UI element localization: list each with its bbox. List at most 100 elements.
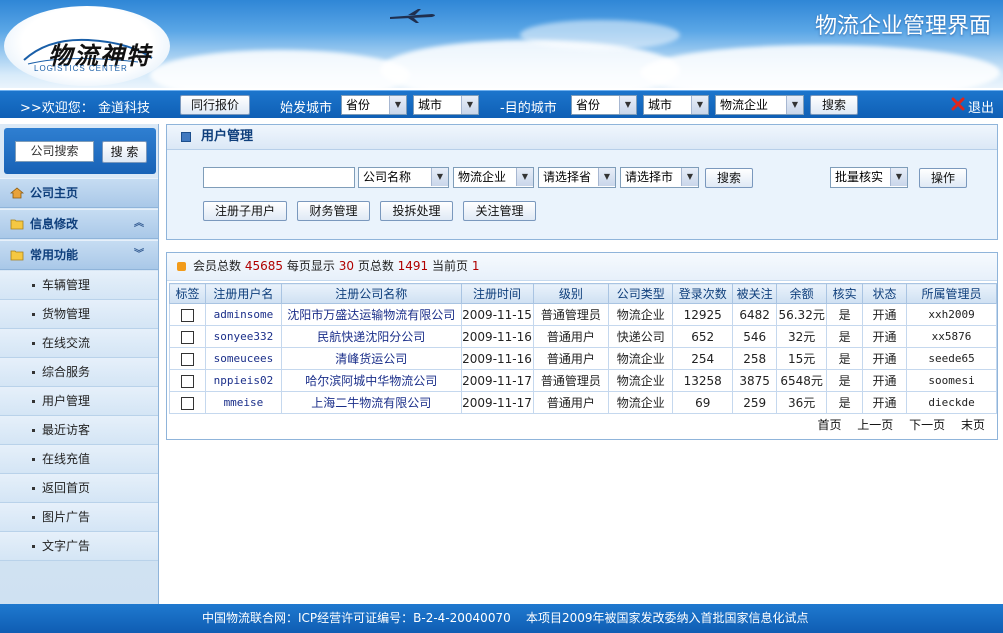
row-select-cell: [169, 391, 206, 414]
row-checkbox[interactable]: [180, 330, 194, 344]
pager-first-link[interactable]: 首页: [817, 418, 841, 432]
peer-quote-button[interactable]: 同行报价: [180, 95, 250, 115]
cell-logins: 254: [672, 347, 734, 370]
cell-company-type: 物流企业: [608, 391, 674, 414]
sidebar-item-vehicles[interactable]: 车辆管理: [0, 271, 158, 300]
field-select[interactable]: 公司名称 ▼: [358, 167, 449, 188]
operate-button[interactable]: 操作: [919, 168, 967, 188]
company-link[interactable]: 民航快递沈阳分公司: [280, 325, 462, 348]
column-header: 核实: [826, 283, 864, 304]
cell-followers: 3875: [732, 369, 778, 392]
company-link[interactable]: 上海二牛物流有限公司: [280, 391, 462, 414]
user-name: 金道科技: [98, 101, 151, 116]
dest-city-select[interactable]: 城市 ▼: [643, 95, 709, 115]
dest-city-value: 城市: [648, 98, 673, 112]
sidebar-item-users[interactable]: 用户管理: [0, 387, 158, 416]
cell-verified: 是: [826, 325, 864, 348]
company-search-button[interactable]: 搜 索: [102, 141, 147, 163]
sidebar-item-text-ads[interactable]: 文字广告: [0, 532, 158, 561]
sidebar-section-label: 公司主页: [30, 186, 79, 200]
sidebar-item-label: 返回首页: [42, 481, 91, 495]
cell-logins: 12925: [672, 303, 734, 326]
table-row: adminsome 沈阳市万盛达运输物流有限公司 2009-11-15 普通管理…: [169, 303, 997, 326]
sidebar-item-chat[interactable]: 在线交流: [0, 329, 158, 358]
sidebar-item-label: 图片广告: [42, 510, 91, 524]
cell-verified: 是: [826, 347, 864, 370]
cell-level: 普通管理员: [532, 303, 610, 326]
chevron-down-icon: ▼: [890, 168, 907, 186]
sidebar-item-home-return[interactable]: 返回首页: [0, 474, 158, 503]
keyword-input[interactable]: [203, 167, 355, 188]
province-filter[interactable]: 请选择省 ▼: [538, 167, 616, 188]
panel-search-button[interactable]: 搜索: [705, 168, 753, 188]
column-header: 注册用户名: [204, 283, 282, 304]
city-filter[interactable]: 请选择市 ▼: [620, 167, 699, 188]
company-link[interactable]: 清峰货运公司: [280, 347, 462, 370]
sidebar-item-label: 货物管理: [42, 307, 91, 321]
toolbar-search-button[interactable]: 搜索: [810, 95, 858, 115]
sidebar-item-services[interactable]: 综合服务: [0, 358, 158, 387]
row-checkbox[interactable]: [180, 374, 194, 388]
username-link[interactable]: mmeise: [204, 391, 282, 414]
sidebar-item-cargo[interactable]: 货物管理: [0, 300, 158, 329]
sidebar-item-image-ads[interactable]: 图片广告: [0, 503, 158, 532]
sidebar-section-info-edit[interactable]: 信息修改 ︽: [0, 209, 158, 239]
province-filter-value: 请选择省: [543, 170, 592, 184]
username-link[interactable]: sonyee332: [204, 325, 282, 348]
sidebar-section-home[interactable]: 公司主页: [0, 178, 158, 208]
sidebar-item-recharge[interactable]: 在线充值: [0, 445, 158, 474]
chevron-down-icon: ▼: [516, 168, 533, 186]
origin-province-value: 省份: [346, 98, 371, 112]
footer-icp-text: 中国物流联合网：ICP经营许可证编号：B-2-4-20040070: [202, 611, 511, 625]
chevron-down-icon: ▼: [389, 96, 406, 114]
complaint-button[interactable]: 投拆处理: [380, 201, 453, 221]
sidebar-search-box: 公司搜索 搜 索: [4, 128, 156, 174]
sidebar-item-label: 文字广告: [42, 539, 91, 553]
company-type-select[interactable]: 物流企业 ▼: [715, 95, 804, 115]
chevron-down-icon[interactable]: ︾: [134, 241, 144, 269]
row-checkbox[interactable]: [180, 308, 194, 322]
batch-action-select[interactable]: 批量核实 ▼: [830, 167, 908, 188]
username-link[interactable]: nppieis02: [204, 369, 282, 392]
finance-button[interactable]: 财务管理: [297, 201, 370, 221]
company-search-input[interactable]: 公司搜索: [15, 141, 94, 162]
chevron-up-icon[interactable]: ︽: [134, 210, 144, 238]
sidebar-item-label: 最近访客: [42, 423, 91, 437]
pager-next-link[interactable]: 下一页: [909, 418, 945, 432]
close-icon[interactable]: [951, 97, 965, 111]
sidebar-item-visitors[interactable]: 最近访客: [0, 416, 158, 445]
bullet-icon: [32, 313, 35, 316]
pager-last-link[interactable]: 末页: [961, 418, 985, 432]
cloud-decoration: [150, 50, 410, 88]
column-header: 状态: [862, 283, 908, 304]
sidebar-item-label: 用户管理: [42, 394, 91, 408]
table-row: sonyee332 民航快递沈阳分公司 2009-11-16 普通用户 快递公司…: [169, 325, 997, 348]
cell-company-type: 物流企业: [608, 347, 674, 370]
folder-icon: [10, 219, 24, 230]
total-label: 会员总数: [193, 259, 242, 273]
airplane-icon: [390, 9, 435, 23]
company-link[interactable]: 哈尔滨阿城中华物流公司: [280, 369, 462, 392]
bullet-icon: [32, 429, 35, 432]
username-link[interactable]: someucees: [204, 347, 282, 370]
cell-status: 开通: [862, 391, 908, 414]
follow-button[interactable]: 关注管理: [463, 201, 536, 221]
cell-logins: 652: [672, 325, 734, 348]
dest-province-select[interactable]: 省份 ▼: [571, 95, 637, 115]
member-stats: 会员总数 45685 每页显示 30 页总数 1491 当前页 1: [167, 253, 997, 281]
bullet-icon: [32, 342, 35, 345]
company-link[interactable]: 沈阳市万盛达运输物流有限公司: [280, 303, 462, 326]
field-select-value: 公司名称: [363, 170, 412, 184]
origin-province-select[interactable]: 省份 ▼: [341, 95, 407, 115]
welcome-text: >>欢迎您：: [20, 101, 94, 116]
register-subuser-button[interactable]: 注册子用户: [203, 201, 287, 221]
sidebar-section-common[interactable]: 常用功能 ︾: [0, 240, 158, 270]
company-type-filter[interactable]: 物流企业 ▼: [453, 167, 534, 188]
logout-link[interactable]: 退出: [968, 97, 994, 116]
username-link[interactable]: adminsome: [204, 303, 282, 326]
row-checkbox[interactable]: [180, 352, 194, 366]
cell-status: 开通: [862, 303, 908, 326]
origin-city-select[interactable]: 城市 ▼: [413, 95, 479, 115]
pager-prev-link[interactable]: 上一页: [857, 418, 893, 432]
row-checkbox[interactable]: [180, 396, 194, 410]
